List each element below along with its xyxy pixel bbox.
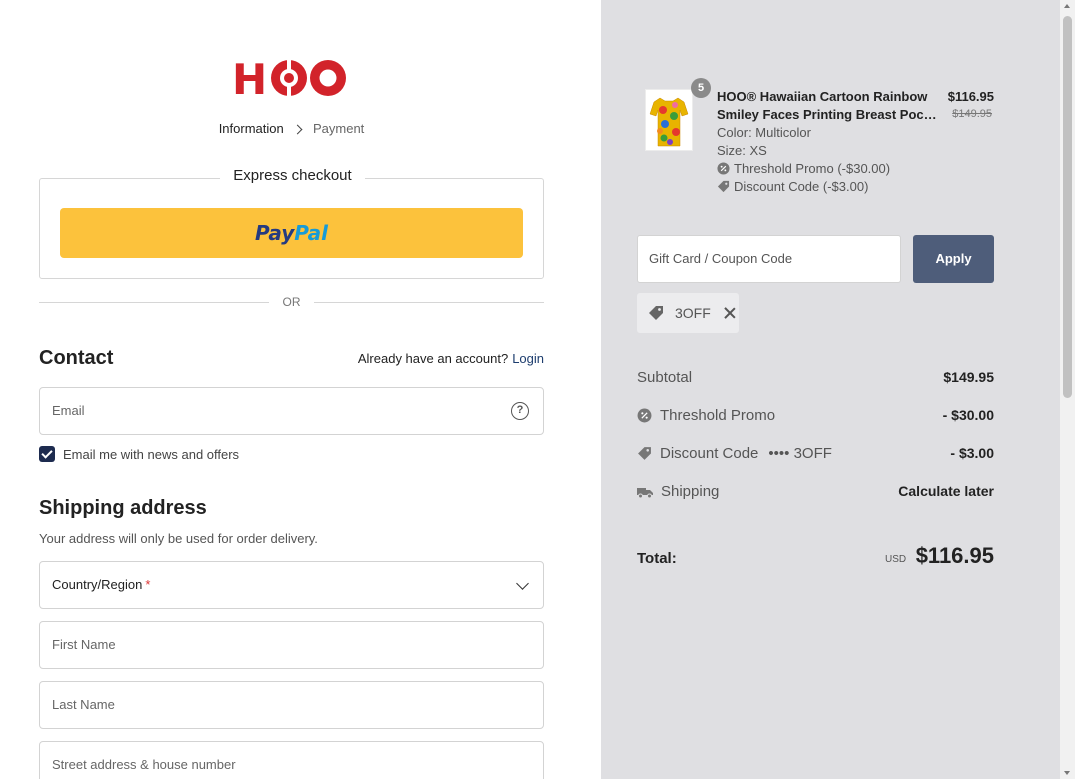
shipping-heading: Shipping address [39, 497, 207, 519]
tag-icon [649, 306, 663, 320]
product-color: Color: Multicolor [717, 125, 811, 140]
product-price: $116.95 [947, 89, 994, 104]
email-placeholder: Email [52, 403, 85, 418]
product-thumbnail [645, 89, 693, 151]
express-checkout-box: Express checkout Pay Pal [39, 167, 544, 279]
product-title-line2: Smiley Faces Printing Breast Pocket... [717, 107, 941, 122]
country-select[interactable]: Country/Region * [39, 561, 544, 609]
help-icon[interactable]: ? [511, 402, 529, 420]
subtotal-value: $149.95 [943, 369, 994, 385]
last-name-field[interactable]: Last Name [39, 681, 544, 729]
newsletter-row: Email me with news and offers [39, 446, 239, 462]
chevron-down-icon [516, 577, 529, 590]
scroll-down-icon[interactable] [1064, 771, 1070, 775]
shipping-label: Shipping [661, 483, 720, 500]
last-name-placeholder: Last Name [52, 697, 115, 712]
scrollbar-thumb[interactable] [1063, 16, 1072, 398]
street-address-field[interactable]: Street address & house number [39, 741, 544, 779]
email-field[interactable]: Email ? [39, 387, 544, 435]
street-address-placeholder: Street address & house number [52, 757, 236, 772]
promo-discount-text: Discount Code (-$3.00) [734, 179, 869, 194]
first-name-placeholder: First Name [52, 637, 116, 652]
tag-icon [638, 447, 651, 460]
threshold-promo-label: Threshold Promo [660, 407, 776, 424]
breadcrumb-payment: Payment [312, 121, 365, 137]
shipping-row: Shipping Calculate later [637, 483, 994, 505]
applied-coupon-tag: 3OFF [637, 293, 739, 333]
breadcrumb: Information Payment [0, 120, 583, 136]
total-currency: USD [885, 554, 907, 565]
newsletter-checkbox[interactable] [39, 446, 55, 462]
first-name-field[interactable]: First Name [39, 621, 544, 669]
scroll-up-icon[interactable] [1064, 4, 1070, 8]
threshold-promo-label-group: Threshold Promo [637, 407, 775, 424]
svg-text:H: H [232, 56, 267, 100]
paypal-logo-part1: Pay [254, 221, 295, 245]
login-link[interactable]: Login [512, 351, 544, 366]
promo-threshold-text: Threshold Promo (-$30.00) [734, 161, 891, 176]
newsletter-label[interactable]: Email me with news and offers [63, 447, 239, 462]
applied-coupon-code: 3OFF [675, 305, 711, 321]
discount-code-label: Discount Code [660, 445, 759, 462]
total-label: Total: [637, 550, 677, 567]
country-label: Country/Region * [52, 577, 150, 592]
contact-heading: Contact [39, 347, 114, 369]
threshold-promo-row: Threshold Promo - $30.00 [637, 407, 994, 429]
truck-icon [637, 487, 653, 498]
account-question: Already have an account? [357, 351, 509, 366]
shipping-value: Calculate later [898, 483, 994, 499]
product-promo-threshold: Threshold Promo (-$30.00) [717, 161, 890, 176]
product-title-line1: HOO® Hawaiian Cartoon Rainbow [717, 89, 928, 104]
discount-code-masked: •••• 3OFF [768, 445, 832, 462]
shipping-subtitle: Your address will only be used for order… [39, 531, 318, 546]
discount-code-label-group: Discount Code •••• 3OFF [637, 445, 832, 462]
subtotal-row: Subtotal $149.95 [637, 369, 994, 391]
required-mark: * [145, 577, 151, 592]
shipping-label-group: Shipping [637, 483, 719, 500]
subtotal-label: Subtotal [637, 369, 693, 386]
product-title: HOO® Hawaiian Cartoon Rainbow Smiley Fac… [717, 88, 941, 124]
brand-logo[interactable]: H [232, 56, 348, 100]
product-original-price: $149.95 [952, 108, 992, 120]
or-divider-text: OR [282, 295, 301, 309]
paypal-button[interactable]: Pay Pal [60, 208, 523, 258]
product-promo-discount: Discount Code (-$3.00) [717, 179, 868, 194]
divider-left [39, 302, 269, 303]
paypal-logo-part2: Pal [294, 221, 329, 245]
breadcrumb-information[interactable]: Information [219, 121, 284, 136]
coupon-code-input[interactable]: Gift Card / Coupon Code [637, 235, 901, 283]
product-size: Size: XS [717, 143, 767, 158]
express-checkout-title: Express checkout [220, 167, 365, 184]
threshold-promo-value: - $30.00 [942, 407, 994, 423]
remove-coupon-icon[interactable] [723, 306, 737, 320]
discount-code-row: Discount Code •••• 3OFF - $3.00 [637, 445, 994, 467]
coupon-placeholder: Gift Card / Coupon Code [649, 251, 793, 266]
chevron-right-icon [293, 124, 303, 134]
tag-icon [717, 180, 730, 193]
total-value: $116.95 [915, 543, 994, 568]
account-prompt: Already have an account? Login [358, 351, 544, 366]
promo-badge-icon [717, 162, 730, 175]
checkout-form-panel: H Information Payment Express checkout P… [0, 0, 601, 779]
page-scrollbar[interactable] [1060, 0, 1075, 779]
discount-code-value: - $3.00 [950, 445, 994, 461]
divider-right [314, 302, 544, 303]
quantity-badge: 5 [691, 78, 711, 98]
promo-badge-icon [637, 408, 652, 423]
apply-coupon-button[interactable]: Apply [913, 235, 994, 283]
country-label-text: Country/Region [52, 577, 143, 592]
